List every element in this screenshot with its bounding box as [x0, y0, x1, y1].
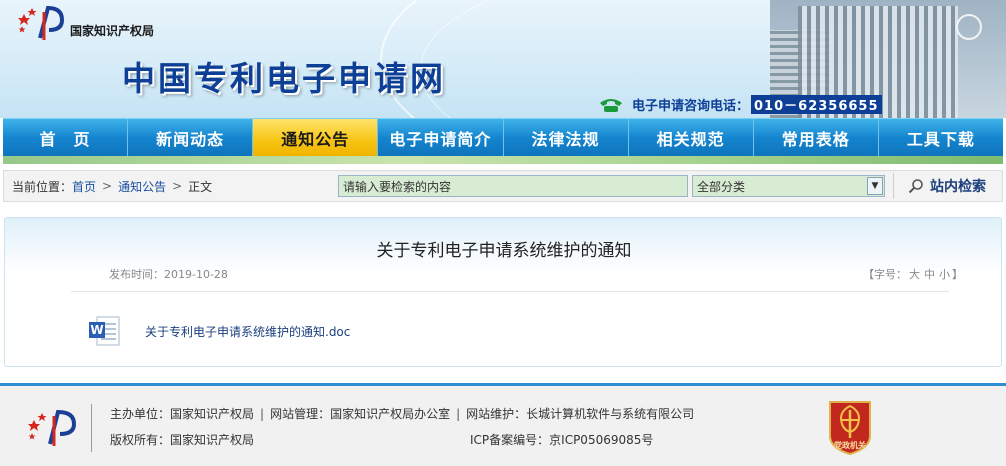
nav-item-forms[interactable]: 常用表格	[754, 119, 879, 156]
publish-date-value: 2019-10-28	[164, 268, 228, 281]
footer-separator: |	[456, 407, 461, 421]
font-size-close: 】	[952, 268, 963, 281]
search-icon	[908, 179, 923, 194]
cnipa-logo-icon	[28, 409, 77, 446]
footer-manager: 网站管理：国家知识产权局办公室	[270, 407, 451, 421]
breadcrumb-prefix: 当前位置：	[12, 179, 73, 194]
building-emblem	[956, 14, 982, 40]
party-government-badge-icon[interactable]: 党政机关	[824, 398, 876, 456]
font-size-control: 【字号：大中小】	[863, 266, 963, 282]
footer-icp[interactable]: ICP备案编号：京ICP05069085号	[470, 431, 653, 448]
font-size-medium-link[interactable]: 中	[924, 268, 935, 281]
publish-date: 发布时间：2019-10-28	[109, 266, 228, 282]
svg-text:党政机关: 党政机关	[834, 440, 866, 450]
attachment: W 关于专利电子申请系统维护的通知.doc	[87, 314, 350, 348]
font-size-large-link[interactable]: 大	[909, 268, 920, 281]
nav-item-notices[interactable]: 通知公告	[253, 119, 379, 156]
breadcrumb-notices-link[interactable]: 通知公告	[118, 178, 166, 195]
main-nav: 首 页 新闻动态 通知公告 电子申请简介 法律法规 相关规范 常用表格 工具下载	[3, 118, 1003, 156]
hotline-number: 010－62356655	[751, 95, 882, 114]
breadcrumb-current: 正文	[188, 179, 213, 194]
publish-date-label: 发布时间：	[109, 268, 164, 281]
footer-maintainer: 网站维护：长城计算机软件与系统有限公司	[466, 407, 695, 421]
footer-separator: |	[260, 407, 265, 421]
site-footer: 主办单位：国家知识产权局 | 网站管理：国家知识产权局办公室 | 网站维护：长城计算机软…	[0, 383, 1006, 466]
breadcrumb-separator: >	[172, 179, 183, 193]
breadcrumb-home-link[interactable]: 首页	[72, 178, 96, 195]
footer-sponsor: 主办单位：国家知识产权局	[110, 407, 255, 421]
article-panel: 关于专利电子申请系统维护的通知 发布时间：2019-10-28 【字号：大中小】…	[4, 217, 1002, 367]
telephone-icon	[600, 98, 622, 112]
breadcrumb: 当前位置： 首页 > 通知公告 > 正文	[12, 178, 338, 195]
toolbar-divider	[893, 173, 894, 199]
nav-item-laws[interactable]: 法律法规	[504, 119, 629, 156]
toolbar: 当前位置： 首页 > 通知公告 > 正文 全部分类 ▼ 站内检索	[3, 170, 1003, 202]
article-title: 关于专利电子申请系统维护的通知	[376, 241, 632, 261]
site-search-label: 站内检索	[930, 179, 986, 195]
nav-item-standards[interactable]: 相关规范	[629, 119, 754, 156]
footer-copyright: 版权所有：国家知识产权局	[110, 433, 255, 447]
breadcrumb-separator: >	[102, 179, 113, 193]
font-size-small-link[interactable]: 小	[939, 268, 950, 281]
site-search-button[interactable]: 站内检索	[908, 176, 986, 196]
font-size-label: 【字号：	[863, 268, 907, 281]
footer-info-line: 主办单位：国家知识产权局 | 网站管理：国家知识产权局办公室 | 网站维护：长城计算机软…	[110, 405, 694, 422]
footer-divider	[91, 404, 92, 452]
chevron-down-icon[interactable]: ▼	[867, 177, 883, 195]
nav-scenery-strip	[3, 156, 1003, 164]
cnipa-logo-icon	[18, 5, 65, 40]
article-divider	[71, 291, 949, 292]
nav-item-downloads[interactable]: 工具下载	[879, 119, 1003, 156]
category-select[interactable]: 全部分类 ▼	[692, 175, 885, 197]
category-select-value: 全部分类	[697, 179, 746, 194]
svg-text:W: W	[90, 323, 103, 337]
site-header: 国家知识产权局 中国专利电子申请网 电子申请咨询电话： 010－62356655	[0, 0, 1006, 118]
nav-item-e-filing-intro[interactable]: 电子申请简介	[378, 119, 504, 156]
org-name: 国家知识产权局	[70, 24, 155, 38]
nav-item-home[interactable]: 首 页	[3, 119, 129, 156]
hotline-label: 电子申请咨询电话：	[632, 99, 750, 114]
hotline: 电子申请咨询电话： 010－62356655	[598, 95, 882, 114]
nav-item-news[interactable]: 新闻动态	[128, 119, 254, 156]
word-document-icon[interactable]: W	[87, 314, 121, 348]
attachment-link[interactable]: 关于专利电子申请系统维护的通知.doc	[145, 323, 350, 340]
site-title: 中国专利电子申请网	[122, 59, 446, 98]
search-input[interactable]	[338, 175, 688, 197]
